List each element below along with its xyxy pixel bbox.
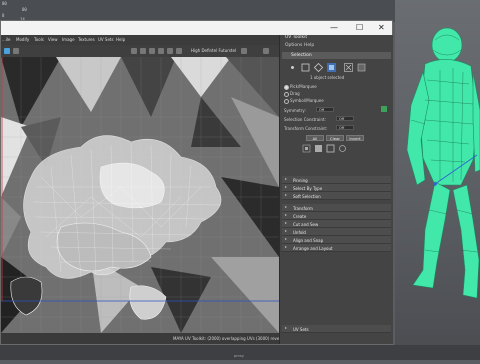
menu-bar: ...ile Modify Tools View Image Textures … <box>1 35 279 45</box>
invert-selection-button[interactable]: Invert <box>346 135 364 141</box>
section-soft-selection[interactable]: ▸ Soft Selection <box>282 192 391 200</box>
uv-texture-canvas <box>1 57 279 333</box>
uv-editor-viewport[interactable] <box>1 57 279 333</box>
symbol-marquee-radio[interactable] <box>284 99 289 104</box>
section-uv-sets[interactable]: ▸ UV Sets <box>282 325 391 333</box>
expand-arrow-icon: ▸ <box>285 236 288 241</box>
section-unfold[interactable]: ▸ Unfold <box>282 228 391 236</box>
menu-uv-sets[interactable]: UV Sets <box>98 37 114 42</box>
frame-icon[interactable] <box>158 48 164 54</box>
taskbar-label: pnmy <box>234 354 244 358</box>
shrink-selection-icon[interactable] <box>302 144 311 153</box>
vertex-mode-icon[interactable] <box>288 63 297 72</box>
grow-selection-icon[interactable] <box>314 144 323 153</box>
panel-title: UV Toolkit <box>285 35 308 40</box>
transform-constraint-dropdown[interactable]: Off <box>336 125 354 130</box>
window-titlebar[interactable]: — ☐ ✕ <box>1 21 392 35</box>
section-transform[interactable]: ▸ Transform <box>282 204 391 212</box>
uv-mode-icon[interactable] <box>344 63 353 72</box>
selection-constraint-dropdown[interactable]: Off <box>336 116 354 121</box>
exposure-icon[interactable] <box>241 48 247 54</box>
3d-viewport[interactable] <box>395 0 480 360</box>
symmetry-label: Symmetry: <box>284 108 306 113</box>
expand-arrow-icon: ▸ <box>285 325 288 330</box>
checker-icon[interactable] <box>13 48 19 54</box>
face-mode-icon[interactable] <box>301 63 310 72</box>
selection-header-label: Selection <box>291 53 312 58</box>
texture-icon[interactable] <box>176 48 182 54</box>
status-bar: MAYA UV Toolkit: (2000) overlapping UVs … <box>1 333 297 344</box>
selection-constraint-label: Selection Constraint: <box>284 117 326 122</box>
expand-arrow-icon: ▸ <box>285 204 288 209</box>
clear-selection-button[interactable]: Clear <box>326 135 344 141</box>
transform-constraint-label: Transform Constraint: <box>284 126 328 131</box>
expand-arrow-icon: ▸ <box>285 212 288 217</box>
selected-count: 1 object selected <box>310 75 345 80</box>
shaded-icon[interactable] <box>4 48 10 54</box>
gamma-icon[interactable] <box>263 48 269 54</box>
panel-menu-options[interactable]: Options <box>285 43 302 48</box>
symmetry-toggle-icon[interactable] <box>381 106 387 112</box>
uv-editor-window: — ☐ ✕ ...ile Modify Tools View Image Tex… <box>0 20 393 345</box>
wire-icon[interactable] <box>149 48 155 54</box>
section-cut-and-sew[interactable]: ▸ Cut and Sew <box>282 220 391 228</box>
menu-tools[interactable]: Tools <box>34 37 44 42</box>
minimize-button[interactable]: — <box>330 23 338 33</box>
expand-arrow-icon: ▸ <box>285 176 288 181</box>
shell-mode-icon[interactable] <box>327 63 336 72</box>
expand-arrow-icon: ▸ <box>285 220 288 225</box>
bg-number: 00 <box>22 7 27 12</box>
drag-radio[interactable] <box>284 92 289 97</box>
symbol-marquee-label: Symbol/Marquee <box>290 98 324 103</box>
expand-arrow-icon: ▸ <box>285 244 288 249</box>
menu-file[interactable]: ...ile <box>2 37 11 42</box>
menu-view[interactable]: View <box>48 37 58 42</box>
menu-textures[interactable]: Textures <box>78 37 95 42</box>
expand-arrow-icon: ▸ <box>285 228 288 233</box>
section-create[interactable]: ▸ Create <box>282 212 391 220</box>
select-all-button[interactable]: All <box>306 135 324 141</box>
selection-section-header[interactable]: Selection <box>282 52 391 59</box>
symmetry-dropdown[interactable]: Off <box>316 107 334 112</box>
object-mode-icon[interactable] <box>357 63 366 72</box>
panel-menu-help[interactable]: Help <box>304 43 314 48</box>
expand-arrow-icon: ▸ <box>285 184 288 189</box>
menu-modify[interactable]: Modify <box>16 37 29 42</box>
select-loop-icon[interactable] <box>338 144 347 153</box>
menu-help[interactable]: Help <box>116 37 125 42</box>
select-border-icon[interactable] <box>326 144 335 153</box>
green-astronaut-model <box>406 27 480 299</box>
expand-arrow-icon: ▸ <box>285 192 288 197</box>
uv-toolkit-panel: UV Toolkit Options Help Selection 1 obje… <box>279 35 393 344</box>
bg-number: 00 <box>2 1 7 6</box>
grid-icon[interactable] <box>131 48 137 54</box>
drag-label: Drag <box>290 91 300 96</box>
section-pinning[interactable]: ▸ Pinning <box>282 176 391 184</box>
bg-number: 8 <box>2 13 5 18</box>
pick-marquee-radio[interactable] <box>284 85 289 90</box>
close-button[interactable]: ✕ <box>378 23 385 33</box>
section-align-and-snap[interactable]: ▸ Align and Snap <box>282 236 391 244</box>
image-label: High Defintel Futurstel <box>191 48 237 53</box>
edge-mode-icon[interactable] <box>314 63 323 72</box>
snap-icon[interactable] <box>140 48 146 54</box>
pick-marquee-label: Pick/Marquee <box>290 84 317 89</box>
section-select-by-type[interactable]: ▸ Select By Type <box>282 184 391 192</box>
distortion-icon[interactable] <box>167 48 173 54</box>
section-arrange-and-layout[interactable]: ▸ Arrange and Layout <box>282 244 391 252</box>
maximize-button[interactable]: ☐ <box>356 23 363 33</box>
menu-image[interactable]: Image <box>62 37 75 42</box>
